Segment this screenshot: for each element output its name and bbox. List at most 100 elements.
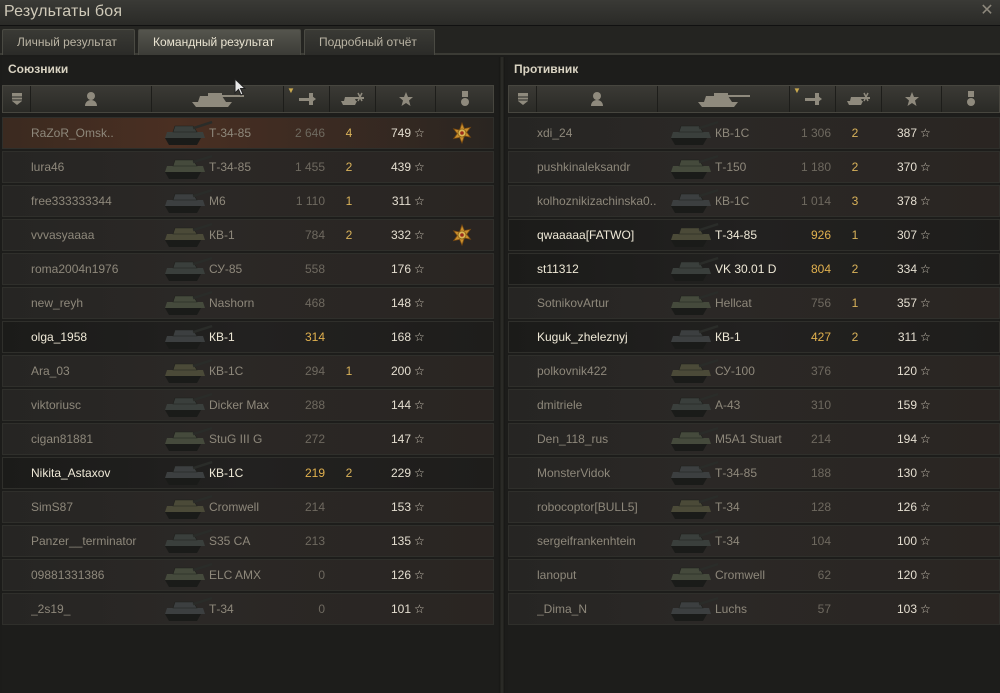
player-row[interactable]: MonsterVidok Т-34-85 188 130 ☆ <box>508 457 1000 489</box>
kills-value <box>845 390 865 420</box>
medal-icon <box>965 90 977 108</box>
star-icon: ☆ <box>920 364 931 378</box>
player-row[interactable]: free333333344 M6 1 110 1 311 ☆ <box>2 185 494 217</box>
tab-team-result[interactable]: Командный результат <box>138 29 301 55</box>
player-row[interactable]: polkovnik422 СУ-100 376 120 ☆ <box>508 355 1000 387</box>
player-row[interactable]: xdi_24 КВ-1С 1 306 2 387 ☆ <box>508 117 1000 149</box>
player-name: Panzer__terminator <box>31 534 137 548</box>
window-title: Результаты боя <box>4 3 123 20</box>
player-row[interactable]: lanoput Cromwell 62 120 ☆ <box>508 559 1000 591</box>
star-icon: ☆ <box>414 126 425 140</box>
player-row[interactable]: roma2004n1976 СУ-85 558 176 ☆ <box>2 253 494 285</box>
enemies-sort-by-vehicle[interactable] <box>658 86 790 112</box>
player-name: lanoput <box>537 568 577 582</box>
player-name: st11312 <box>537 262 579 276</box>
damage-value: 376 <box>810 364 831 378</box>
player-name: Nikita_Astaxov <box>31 466 111 480</box>
star-icon: ☆ <box>414 194 425 208</box>
tab-detailed-report[interactable]: Подробный отчёт <box>304 29 435 55</box>
player-name: _2s19_ <box>31 602 71 616</box>
experience-value: 135 <box>390 534 411 548</box>
player-row[interactable]: dmitriele А-43 310 159 ☆ <box>508 389 1000 421</box>
player-row[interactable]: Ara_03 КВ-1С 294 1 200 ☆ <box>2 355 494 387</box>
experience-value: 168 <box>390 330 411 344</box>
damage-value: 1 014 <box>800 194 831 208</box>
allies-sort-by-medal[interactable] <box>436 86 495 112</box>
allies-sort-by-damage[interactable]: ▼ <box>284 86 330 112</box>
experience-value: 120 <box>896 364 917 378</box>
player-row[interactable]: qwaaaaa[FATWO] Т-34-85 926 1 307 ☆ <box>508 219 1000 251</box>
player-name: dmitriele <box>537 398 583 412</box>
player-name: robocoptor[BULL5] <box>537 500 638 514</box>
player-row[interactable]: olga_1958 КВ-1 314 168 ☆ <box>2 321 494 353</box>
player-name: free333333344 <box>31 194 112 208</box>
player-row[interactable]: Kuguk_zheleznyj КВ-1 427 2 311 ☆ <box>508 321 1000 353</box>
experience-value: 439 <box>390 160 411 174</box>
star-icon: ☆ <box>414 228 425 242</box>
enemies-sort-by-experience[interactable] <box>882 86 942 112</box>
star-icon: ☆ <box>920 126 931 140</box>
order-medal-icon[interactable] <box>449 220 475 250</box>
damage-value: 128 <box>810 500 831 514</box>
kills-value <box>339 424 359 454</box>
player-row[interactable]: kolhoznikizachinska0.. КВ-1С 1 014 3 378 ☆ <box>508 185 1000 217</box>
player-row[interactable]: Panzer__terminator S35 CA 213 135 ☆ <box>2 525 494 557</box>
player-row[interactable]: viktoriusc Dicker Max 288 144 ☆ <box>2 389 494 421</box>
close-icon[interactable]: ✕ <box>978 2 996 20</box>
allies-sort-by-rank[interactable] <box>3 86 31 112</box>
enemies-sort-by-rank[interactable] <box>509 86 537 112</box>
damage-value: 1 455 <box>294 160 325 174</box>
player-row[interactable]: st11312 VK 30.01 D 804 2 334 ☆ <box>508 253 1000 285</box>
player-row[interactable]: new_reyh Nashorn 468 148 ☆ <box>2 287 494 319</box>
player-name: polkovnik422 <box>537 364 608 378</box>
kills-value: 2 <box>345 160 353 174</box>
damage-value: 558 <box>304 262 325 276</box>
enemies-sort-by-damage[interactable]: ▼ <box>790 86 836 112</box>
player-row[interactable]: 09881331386 ELC AMX 0 126 ☆ <box>2 559 494 591</box>
player-name: RaZoR_Omsk.. <box>31 126 114 140</box>
experience-value: 103 <box>896 602 917 616</box>
frags-icon <box>845 92 873 106</box>
player-name: Den_118_rus <box>537 432 609 446</box>
player-icon <box>84 91 98 107</box>
experience-value: 126 <box>390 568 411 582</box>
allies-panel: Союзники ▼ RaZoR_Omsk.. Т-34-85 2 646 4 749 ☆… <box>2 57 498 693</box>
experience-value: 311 <box>897 330 917 344</box>
player-row[interactable]: Nikita_Astaxov КВ-1С 219 2 229 ☆ <box>2 457 494 489</box>
tab-personal-result[interactable]: Личный результат <box>2 29 135 55</box>
damage-value: 188 <box>810 466 831 480</box>
allies-sort-by-player[interactable] <box>31 86 152 112</box>
player-row[interactable]: robocoptor[BULL5] Т-34 128 126 ☆ <box>508 491 1000 523</box>
player-row[interactable]: RaZoR_Omsk.. Т-34-85 2 646 4 749 ☆ <box>2 117 494 149</box>
player-name: pushkinaleksandr <box>537 160 631 174</box>
kills-value <box>339 288 359 318</box>
kills-value <box>845 594 865 624</box>
player-name: SimS87 <box>31 500 74 514</box>
order-medal-icon[interactable] <box>449 118 475 148</box>
enemies-sort-by-frags[interactable] <box>836 86 882 112</box>
player-row[interactable]: _Dima_N Luchs 57 103 ☆ <box>508 593 1000 625</box>
kills-value: 1 <box>345 194 353 208</box>
enemies-sort-by-player[interactable] <box>537 86 658 112</box>
damage-icon <box>297 91 317 107</box>
damage-value: 1 110 <box>295 194 325 208</box>
player-row[interactable]: vvvasyaaaa КВ-1 784 2 332 ☆ <box>2 219 494 251</box>
player-row[interactable]: Den_118_rus M5A1 Stuart 214 194 ☆ <box>508 423 1000 455</box>
enemies-column-header: ▼ <box>508 85 1000 113</box>
player-row[interactable]: _2s19_ Т-34 0 101 ☆ <box>2 593 494 625</box>
player-row[interactable]: lura46 Т-34-85 1 455 2 439 ☆ <box>2 151 494 183</box>
allies-sort-by-vehicle[interactable] <box>152 86 284 112</box>
player-row[interactable]: SotnikovArtur Hellcat 756 1 357 ☆ <box>508 287 1000 319</box>
player-row[interactable]: cigan81881 StuG III G 272 147 ☆ <box>2 423 494 455</box>
allies-title: Союзники <box>8 62 69 76</box>
player-row[interactable]: sergeifrankenhtein Т-34 104 100 ☆ <box>508 525 1000 557</box>
allies-sort-by-frags[interactable] <box>330 86 376 112</box>
player-row[interactable]: pushkinaleksandr Т-150 1 180 2 370 ☆ <box>508 151 1000 183</box>
experience-value: 126 <box>896 500 917 514</box>
experience-value: 200 <box>390 364 411 378</box>
allies-sort-by-experience[interactable] <box>376 86 436 112</box>
player-name: MonsterVidok <box>537 466 611 480</box>
player-row[interactable]: SimS87 Cromwell 214 153 ☆ <box>2 491 494 523</box>
star-icon: ☆ <box>414 160 425 174</box>
enemies-sort-by-medal[interactable] <box>942 86 1000 112</box>
